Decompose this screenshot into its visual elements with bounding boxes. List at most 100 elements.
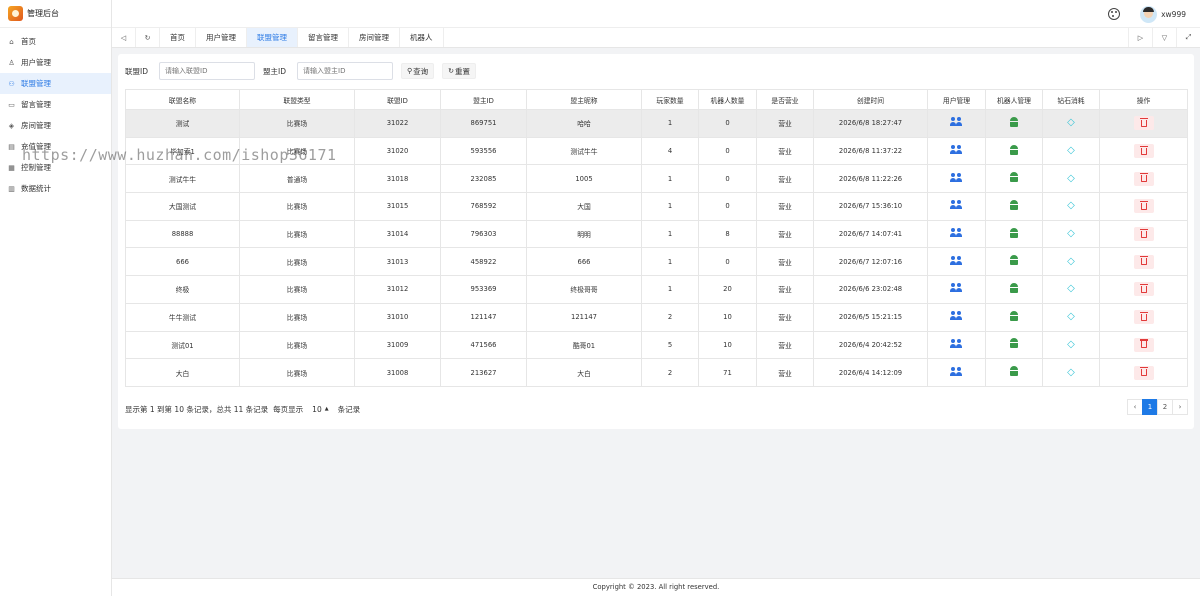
tabs-dropdown-icon[interactable]: ▽ — [1152, 28, 1176, 47]
diamond-icon[interactable]: ◇ — [1067, 173, 1075, 184]
tab-room-management[interactable]: 房间管理 — [349, 28, 400, 47]
users-icon[interactable] — [949, 228, 964, 238]
page-1-button[interactable]: 1 — [1142, 399, 1158, 415]
username[interactable]: xw999 — [1161, 10, 1186, 19]
android-icon[interactable] — [1009, 366, 1019, 377]
records-label: 条记录 — [337, 404, 361, 414]
table-cell: 869751 — [440, 109, 527, 138]
diamond-icon[interactable]: ◇ — [1067, 229, 1075, 239]
tab-home[interactable]: 首页 — [160, 28, 196, 47]
delete-button[interactable] — [1133, 337, 1154, 352]
sidebar-item-control[interactable]: ▦ 控制管理 — [0, 157, 111, 178]
users-icon[interactable] — [949, 172, 964, 183]
users-icon[interactable] — [949, 117, 964, 127]
tab-robot[interactable]: 机器人 — [400, 28, 444, 47]
page-2-button[interactable]: 2 — [1157, 399, 1173, 415]
android-icon[interactable] — [1009, 227, 1019, 239]
diamond-icon[interactable]: ◇ — [1067, 118, 1075, 128]
android-icon[interactable] — [1009, 338, 1019, 349]
table-cell: 31010 — [354, 302, 441, 332]
android-icon[interactable] — [1009, 255, 1019, 266]
bar-chart-icon: ▥ — [8, 184, 15, 193]
users-icon[interactable] — [949, 200, 964, 210]
tabs-scroll-right-icon[interactable]: ▷ — [1128, 28, 1152, 47]
users-icon[interactable] — [949, 283, 964, 293]
tab-alliance-management[interactable]: 联盟管理 — [247, 28, 298, 47]
table-cell — [985, 247, 1043, 277]
tab-user-management[interactable]: 用户管理 — [196, 28, 247, 47]
prev-page-button[interactable]: ‹ — [1127, 399, 1143, 415]
column-header: 机器人数量 — [698, 89, 757, 110]
diamond-icon[interactable]: ◇ — [1067, 367, 1075, 378]
users-icon[interactable] — [949, 338, 964, 349]
delete-button[interactable] — [1133, 254, 1154, 269]
table-row: 测试 比赛场 31022 869751 哈哈 1 0 营业 2026/6/8 18:27:47 ◇ — [125, 109, 1188, 138]
android-icon[interactable] — [1009, 172, 1019, 183]
users-icon[interactable] — [949, 255, 964, 266]
alliance-id-input[interactable] — [159, 62, 255, 80]
diamond-icon[interactable]: ◇ — [1067, 146, 1075, 156]
delete-button[interactable] — [1133, 310, 1154, 325]
diamond-icon[interactable]: ◇ — [1067, 284, 1075, 294]
table-cell: 8 — [698, 219, 757, 249]
table-cell: 458922 — [440, 247, 527, 277]
per-page-label: 每页显示 — [273, 404, 304, 414]
delete-button[interactable] — [1133, 282, 1154, 297]
table-cell: 2026/6/7 12:07:16 — [813, 247, 928, 277]
sidebar-item-users[interactable]: ♙ 用户管理 — [0, 52, 111, 73]
table-cell: 营业 — [756, 219, 814, 249]
sidebar-item-home[interactable]: ⌂ 首页 — [0, 31, 111, 52]
table-cell: 0 — [698, 136, 757, 166]
users-icon[interactable] — [949, 145, 964, 155]
reset-button[interactable]: ↻ 重置 — [442, 63, 477, 79]
table-cell — [985, 358, 1043, 387]
table-cell: 大国 — [526, 192, 642, 221]
android-icon[interactable] — [1009, 144, 1019, 156]
android-icon[interactable] — [1009, 116, 1019, 128]
diamond-icon[interactable]: ◇ — [1067, 256, 1075, 267]
tab-message-management[interactable]: 留言管理 — [298, 28, 349, 47]
table-row: 88888 比赛场 31014 796303 明明 1 8 营业 2026/6/7 14:07:… — [125, 219, 1188, 249]
refresh-icon[interactable]: ↻ — [136, 28, 160, 47]
theme-palette-icon[interactable] — [1108, 8, 1121, 20]
table-cell: 213627 — [440, 358, 527, 387]
tabs-scroll-left-icon[interactable]: ◁ — [112, 28, 136, 47]
table-cell: 88888 — [125, 219, 240, 249]
delete-button[interactable] — [1133, 365, 1154, 380]
android-icon[interactable] — [1009, 199, 1019, 211]
page-size-select[interactable]: 10 ▲ — [308, 403, 332, 415]
table-cell: 2 — [641, 358, 699, 387]
delete-button[interactable] — [1133, 144, 1154, 159]
android-icon[interactable] — [1009, 310, 1019, 322]
table-cell — [927, 219, 986, 249]
table-cell — [927, 136, 986, 166]
owner-id-input[interactable] — [297, 62, 393, 80]
sidebar-item-recharge[interactable]: ▤ 充值管理 — [0, 136, 111, 157]
users-icon[interactable] — [949, 366, 964, 377]
sidebar-item-stats[interactable]: ▥ 数据统计 — [0, 178, 111, 199]
table-cell: 31015 — [354, 192, 441, 221]
table-cell: 953369 — [440, 275, 527, 304]
android-icon[interactable] — [1009, 282, 1019, 294]
next-page-button[interactable]: › — [1172, 399, 1188, 415]
fullscreen-icon[interactable]: ⤢ — [1176, 28, 1200, 47]
table-cell: 31009 — [354, 330, 441, 360]
delete-button[interactable] — [1133, 171, 1154, 186]
table-row: 大白 比赛场 31008 213627 大白 2 71 营业 2026/6/4 14:12:09… — [125, 358, 1188, 387]
users-icon[interactable] — [949, 311, 964, 321]
delete-button[interactable] — [1133, 116, 1154, 131]
diamond-icon[interactable]: ◇ — [1067, 339, 1075, 350]
diamond-icon[interactable]: ◇ — [1067, 201, 1075, 211]
table-cell — [1099, 247, 1188, 277]
avatar[interactable] — [1140, 5, 1158, 23]
diamond-icon[interactable]: ◇ — [1067, 312, 1075, 322]
delete-button[interactable] — [1133, 199, 1154, 214]
table-cell — [1099, 358, 1188, 387]
sidebar-item-alliance[interactable]: ⚇ 联盟管理 — [0, 73, 111, 94]
sidebar-item-rooms[interactable]: ◈ 房间管理 — [0, 115, 111, 136]
column-header: 创建时间 — [813, 89, 928, 110]
sidebar-item-messages[interactable]: ▭ 留言管理 — [0, 94, 111, 115]
table-cell: ◇ — [1042, 192, 1100, 221]
delete-button[interactable] — [1133, 227, 1154, 242]
query-button[interactable]: ⚲ 查询 — [401, 63, 435, 79]
